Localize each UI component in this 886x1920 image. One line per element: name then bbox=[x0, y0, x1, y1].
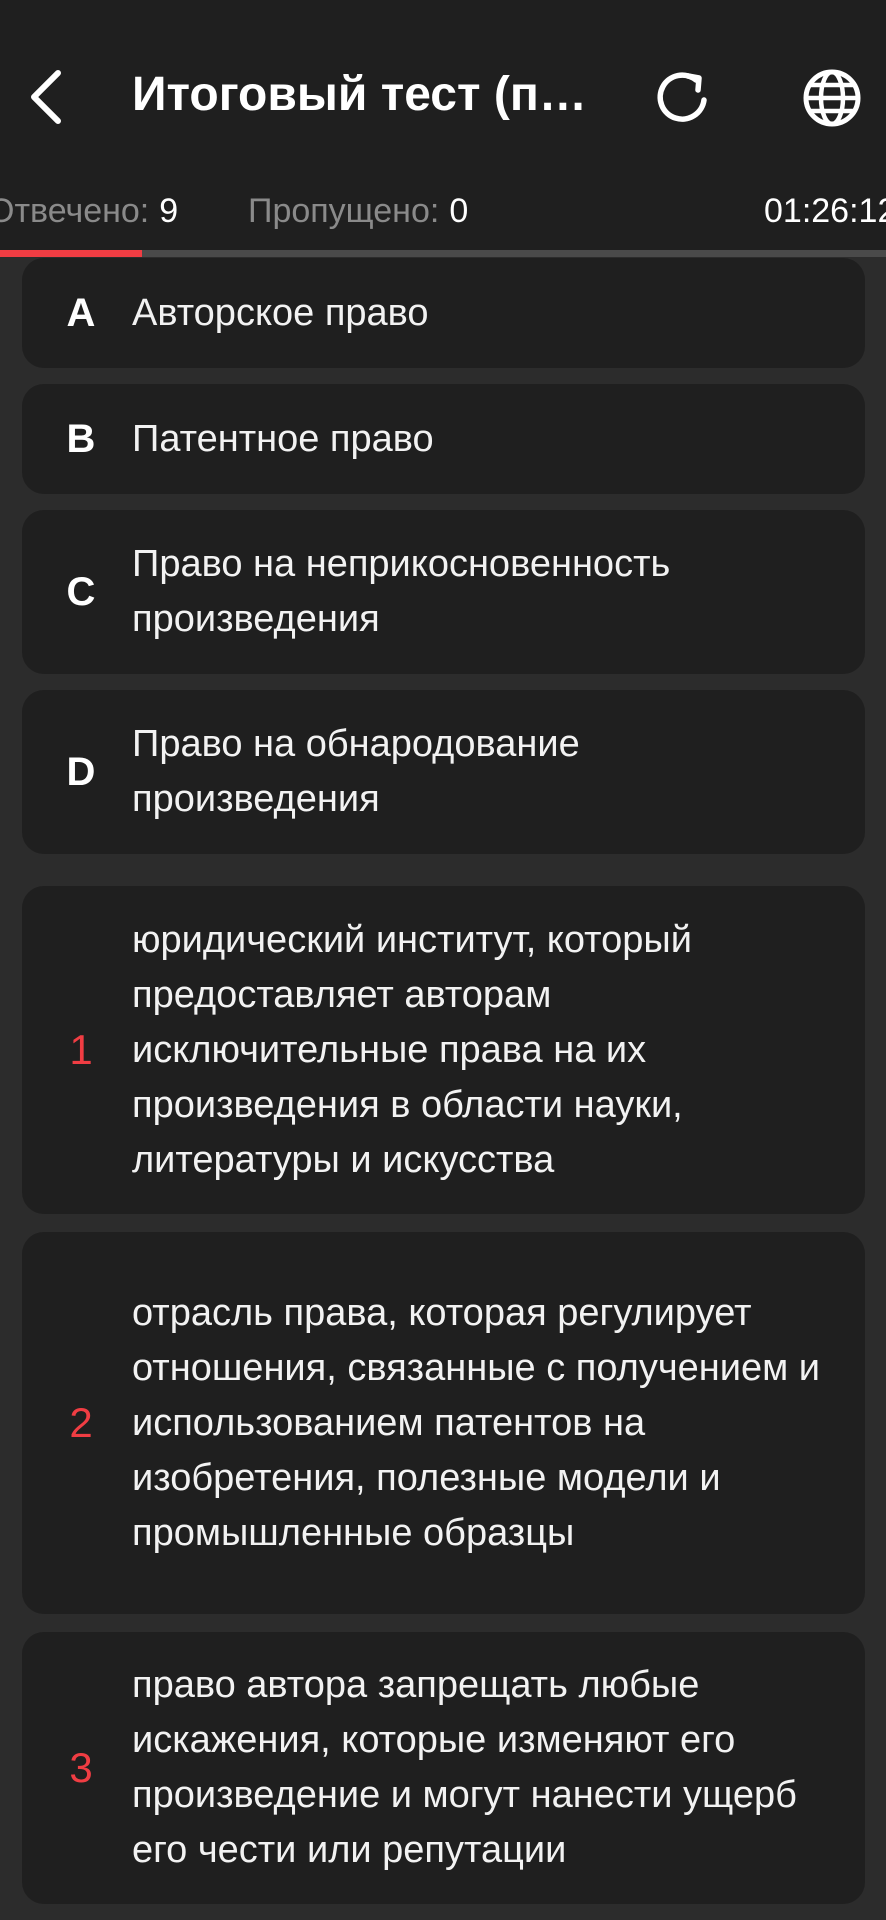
option-text: Авторское право bbox=[132, 291, 429, 334]
option-key: A bbox=[66, 290, 96, 335]
definition-card-1[interactable]: 1 юридический институт, который предоста… bbox=[22, 886, 865, 1214]
option-text: Право на неприкосновенность произведения bbox=[132, 543, 671, 640]
definition-text: юридический институт, который предоставл… bbox=[132, 918, 692, 1181]
timer: 01:26:12 bbox=[764, 192, 886, 230]
app-header: Итоговый тест (пе... bbox=[0, 0, 886, 172]
option-card-d[interactable]: D Право на обнародование произведения bbox=[22, 690, 865, 854]
skipped-counter: Пропущено: 0 bbox=[248, 188, 468, 234]
option-key: D bbox=[66, 749, 96, 794]
globe-icon bbox=[801, 67, 863, 129]
back-button[interactable] bbox=[20, 58, 72, 136]
option-key: C bbox=[66, 569, 96, 614]
definition-text: право автора запрещать любые искажения, … bbox=[132, 1664, 797, 1871]
answered-value: 9 bbox=[159, 192, 179, 230]
definition-text: отрасль права, которая регулирует отноше… bbox=[132, 1291, 821, 1554]
stats-bar: Отвечено: 9 Пропущено: 0 01:26:12 bbox=[0, 172, 886, 250]
definition-key: 2 bbox=[69, 1399, 93, 1446]
quiz-screen: Итоговый тест (пе... Отвечено: 9 Пропуще… bbox=[0, 0, 886, 1920]
definition-card-2[interactable]: 2 отрасль права, которая регулирует отно… bbox=[22, 1232, 865, 1614]
progress-fill bbox=[0, 250, 142, 257]
progress-bar bbox=[0, 250, 886, 257]
answered-counter: Отвечено: 9 bbox=[0, 188, 178, 234]
skipped-label: Пропущено: bbox=[248, 192, 440, 230]
language-button[interactable] bbox=[796, 62, 868, 134]
chevron-left-icon bbox=[28, 69, 64, 125]
page-title: Итоговый тест (пе... bbox=[132, 68, 602, 121]
option-card-a[interactable]: A Авторское право bbox=[22, 258, 865, 368]
skipped-value: 0 bbox=[449, 192, 469, 230]
refresh-icon bbox=[652, 66, 716, 130]
option-card-c[interactable]: C Право на неприкосновенность произведен… bbox=[22, 510, 865, 674]
option-text: Право на обнародование произведения bbox=[132, 723, 580, 820]
option-card-b[interactable]: B Патентное право bbox=[22, 384, 865, 494]
answered-label: Отвечено: bbox=[0, 192, 150, 230]
option-text: Патентное право bbox=[132, 417, 434, 460]
refresh-button[interactable] bbox=[648, 62, 720, 134]
definition-key: 3 bbox=[69, 1744, 93, 1791]
option-key: B bbox=[66, 416, 96, 461]
definition-card-3[interactable]: 3 право автора запрещать любые искажения… bbox=[22, 1632, 865, 1904]
definition-key: 1 bbox=[69, 1026, 93, 1073]
